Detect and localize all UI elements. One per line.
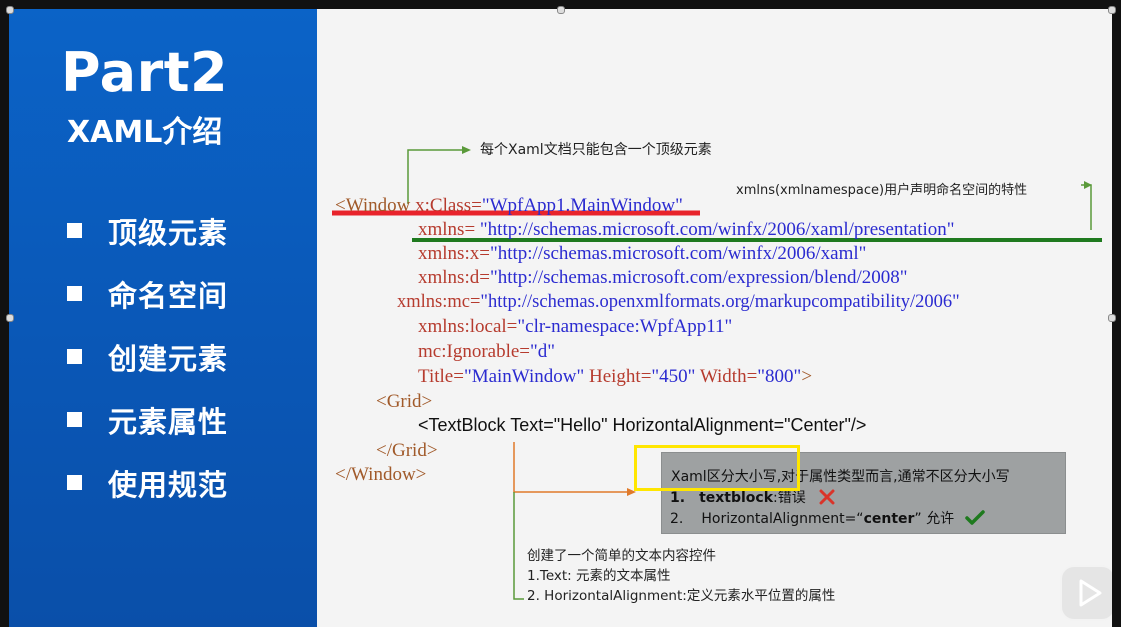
code-attr: Height= <box>584 366 652 387</box>
code-line: xmlns:mc="http://schemas.openxmlformats.… <box>397 291 960 314</box>
arrow-head-icon <box>462 146 471 154</box>
code-attr: xmlns:x= <box>418 243 490 264</box>
code-value: "clr-namespace:WpfApp11" <box>517 316 733 337</box>
code-value: "http://schemas.openxmlformats.org/marku… <box>480 292 960 312</box>
code-tag: > <box>801 366 813 387</box>
code-grid-open: <Grid> <box>376 391 433 412</box>
play-icon <box>1079 579 1102 607</box>
textblock-note-1: 1.Text: 元素的文本属性 <box>527 568 671 584</box>
code-attr: xmlns:local= <box>418 316 518 337</box>
tip-item-text: HorizontalAlignment=“ <box>701 511 864 527</box>
check-icon <box>964 510 985 525</box>
code-attr: Width= <box>695 366 758 387</box>
tip-item-text: :错误 <box>773 490 806 506</box>
code-line: xmlns:local="clr-namespace:WpfApp11" <box>418 315 732 338</box>
play-button[interactable] <box>1060 565 1112 621</box>
textblock-note-2: 2. HorizontalAlignment:定义元素水平位置的属性 <box>527 588 836 604</box>
xmlns-note: xmlns(xmlnamespace)用户声明命名空间的特性 <box>736 183 1028 198</box>
tip-item-keyword: textblock <box>699 490 774 506</box>
code-attr: Title= <box>418 366 464 387</box>
resize-handle[interactable] <box>1108 314 1116 322</box>
textblock-note-title: 创建了一个简单的文本内容控件 <box>527 548 716 564</box>
tip-item-keyword: center <box>863 511 915 527</box>
code-attr: xmlns= <box>418 219 476 240</box>
code-value: "http://schemas.microsoft.com/expression… <box>489 267 908 288</box>
tip-item-2: 2. HorizontalAlignment=“center” 允许 <box>670 508 985 528</box>
code-line: xmlns= "http://schemas.microsoft.com/win… <box>418 218 955 241</box>
code-value: "MainWindow" <box>463 366 585 387</box>
resize-handle[interactable] <box>1108 6 1116 14</box>
resize-handle[interactable] <box>557 6 565 14</box>
code-tag: <Window <box>335 195 411 216</box>
resize-handle[interactable] <box>6 6 14 14</box>
top-level-note: 每个Xaml文档只能包含一个顶级元素 <box>480 142 712 158</box>
code-line: xmlns:x="http://schemas.microsoft.com/wi… <box>418 242 866 265</box>
code-line: xmlns:d="http://schemas.microsoft.com/ex… <box>418 266 908 289</box>
code-line: <Window x:Class="WpfApp1.MainWindow" <box>335 194 683 217</box>
code-value: "http://schemas.microsoft.com/winfx/2006… <box>489 243 867 264</box>
tip-item-number: 1. <box>670 490 686 506</box>
highlight-box <box>634 445 800 491</box>
xmlns-connector <box>1081 184 1092 230</box>
code-value: "450" <box>651 366 696 387</box>
resize-handle[interactable] <box>6 314 14 322</box>
code-attr: xmlns:mc= <box>397 292 481 312</box>
code-attr: xmlns:d= <box>418 267 490 288</box>
code-grid-close: </Grid> <box>376 440 438 461</box>
textblock-note-connector <box>513 492 524 600</box>
code-textblock: <TextBlock Text="Hello" HorizontalAlignm… <box>418 415 867 435</box>
code-line: Title="MainWindow" Height="450" Width="8… <box>418 365 812 388</box>
code-value: "WpfApp1.MainWindow" <box>481 195 683 216</box>
screen: Part2 XAML介绍 顶级元素 命名空间 创建元素 元素属性 使用规范 每个… <box>0 0 1121 627</box>
tip-item-number: 2. <box>670 511 684 527</box>
code-value: "http://schemas.microsoft.com/winfx/2006… <box>479 219 955 240</box>
slide: Part2 XAML介绍 顶级元素 命名空间 创建元素 元素属性 使用规范 每个… <box>9 9 1112 627</box>
code-attr: mc:Ignorable= <box>418 341 531 362</box>
code-value: "800" <box>757 366 802 387</box>
code-window-close: </Window> <box>335 464 427 485</box>
textblock-tip-connector <box>513 442 629 493</box>
code-value: "d" <box>530 341 556 362</box>
tip-item-text: ” 允许 <box>914 511 955 527</box>
code-line: mc:Ignorable="d" <box>418 340 555 363</box>
code-attr: x:Class= <box>410 195 482 216</box>
cross-icon <box>819 489 835 505</box>
